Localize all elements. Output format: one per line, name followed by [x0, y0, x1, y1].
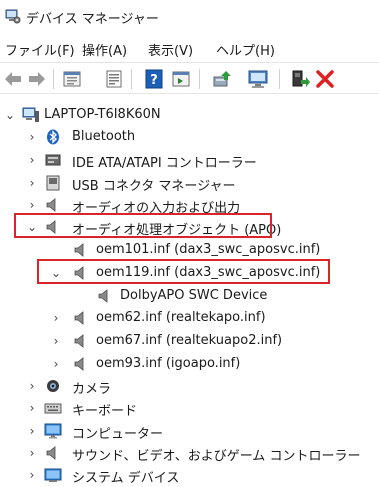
- scan-hardware-icon[interactable]: [247, 68, 269, 90]
- tree-item-label: DolbyAPO SWC Device: [120, 288, 268, 303]
- tree-item-bluetooth[interactable]: › Bluetooth: [0, 125, 379, 149]
- speaker-icon: [74, 243, 84, 257]
- usb-connector-icon: [46, 175, 60, 191]
- properties-sheet-icon[interactable]: [61, 68, 83, 90]
- device-manager-icon: [5, 9, 21, 24]
- tree-item-dolbyapo[interactable]: DolbyAPO SWC Device: [0, 284, 379, 308]
- tree-item-label: キーボード: [72, 404, 138, 419]
- bluetooth-icon: [47, 129, 59, 145]
- tree-item-label: oem62.inf (realtekapo.inf): [96, 310, 266, 325]
- chevron-right-icon[interactable]: ›: [26, 198, 38, 212]
- action-pane-icon[interactable]: [170, 68, 192, 90]
- tree-item-camera[interactable]: › カメラ: [0, 374, 379, 398]
- chevron-right-icon[interactable]: ›: [26, 176, 38, 190]
- tree-item-ide-controller[interactable]: › IDE ATA/ATAPI コントローラー: [0, 148, 379, 172]
- chevron-right-icon[interactable]: ›: [26, 379, 38, 393]
- tree-item-label: oem67.inf (realtekuapo2.inf): [96, 333, 283, 348]
- device-tree: ⌄ LAPTOP-T6I8K60N › Bluetooth › IDE ATA/…: [0, 95, 379, 487]
- tree-item-label: コンピューター: [72, 427, 164, 442]
- chevron-down-icon[interactable]: ⌄: [4, 108, 16, 122]
- chevron-right-icon[interactable]: ›: [26, 446, 38, 460]
- ide-controller-icon: [45, 154, 61, 166]
- menu-help[interactable]: ヘルプ(H): [216, 40, 275, 59]
- chevron-right-icon[interactable]: ›: [26, 424, 38, 438]
- toolbar: ?: [0, 62, 379, 94]
- chevron-right-icon[interactable]: ›: [50, 334, 62, 348]
- window-title: デバイス マネージャー: [26, 12, 159, 27]
- back-arrow-icon[interactable]: [2, 68, 24, 90]
- tree-item-system-devices[interactable]: › システム デバイス: [0, 463, 379, 487]
- chevron-right-icon[interactable]: ›: [26, 130, 38, 144]
- monitor-icon: [44, 423, 62, 439]
- speaker-icon: [74, 334, 84, 348]
- speaker-icon: [46, 446, 56, 460]
- menu-bar: ファイル(F) 操作(A) 表示(V) ヘルプ(H): [0, 37, 379, 61]
- chevron-right-icon[interactable]: ›: [26, 468, 38, 482]
- tree-item-sound-video-game[interactable]: › サウンド、ビデオ、およびゲーム コントローラー: [0, 441, 379, 465]
- update-driver-icon[interactable]: [211, 68, 233, 90]
- speaker-icon: [74, 357, 84, 371]
- title-bar: デバイス マネージャー: [0, 0, 379, 34]
- toolbar-separator: [199, 69, 200, 89]
- toolbar-separator: [53, 69, 54, 89]
- speaker-icon: [46, 198, 56, 212]
- menu-action[interactable]: 操作(A): [82, 40, 127, 59]
- uninstall-device-icon[interactable]: [314, 68, 336, 90]
- menu-view[interactable]: 表示(V): [148, 40, 193, 59]
- tree-item-keyboard[interactable]: › キーボード: [0, 396, 379, 420]
- forward-arrow-icon[interactable]: [26, 68, 48, 90]
- camera-icon: [47, 380, 59, 392]
- tree-item-computer[interactable]: › コンピューター: [0, 419, 379, 443]
- tree-item-label: IDE ATA/ATAPI コントローラー: [72, 156, 257, 171]
- help-icon[interactable]: ?: [143, 68, 165, 90]
- svg-text:?: ?: [150, 73, 158, 88]
- speaker-icon: [98, 289, 108, 303]
- chevron-right-icon[interactable]: ›: [50, 311, 62, 325]
- tree-item-usb-connector[interactable]: › USB コネクタ マネージャー: [0, 171, 379, 195]
- toolbar-separator: [131, 69, 132, 89]
- tree-item-label: Bluetooth: [72, 129, 136, 144]
- tree-item-label: oem93.inf (igoapo.inf): [96, 356, 241, 371]
- chevron-right-icon[interactable]: ›: [26, 401, 38, 415]
- system-devices-icon: [44, 468, 62, 482]
- tree-item-label: サウンド、ビデオ、およびゲーム コントローラー: [72, 449, 361, 464]
- tree-item-label: oem101.inf (dax3_swc_aposvc.inf): [96, 242, 321, 257]
- tree-item-oem67[interactable]: › oem67.inf (realtekuapo2.inf): [0, 329, 379, 353]
- tree-item-label: カメラ: [72, 382, 112, 397]
- tree-item-oem93[interactable]: › oem93.inf (igoapo.inf): [0, 352, 379, 376]
- speaker-icon: [74, 311, 84, 325]
- tree-item-oem62[interactable]: › oem62.inf (realtekapo.inf): [0, 306, 379, 330]
- computer-icon: [22, 107, 39, 122]
- keyboard-icon: [44, 403, 62, 414]
- tree-root[interactable]: ⌄ LAPTOP-T6I8K60N: [0, 103, 379, 127]
- tree-root-label: LAPTOP-T6I8K60N: [44, 107, 161, 122]
- show-hidden-icon[interactable]: [103, 68, 125, 90]
- highlight-box-oem119: [37, 259, 330, 284]
- toolbar-separator: [279, 69, 280, 89]
- enable-device-icon[interactable]: [289, 68, 311, 90]
- menu-file[interactable]: ファイル(F): [5, 40, 75, 59]
- chevron-right-icon[interactable]: ›: [50, 357, 62, 371]
- chevron-right-icon[interactable]: ›: [26, 153, 38, 167]
- highlight-box-apo: [14, 213, 272, 238]
- tree-item-label: USB コネクタ マネージャー: [72, 179, 236, 194]
- tree-item-label: システム デバイス: [72, 471, 180, 486]
